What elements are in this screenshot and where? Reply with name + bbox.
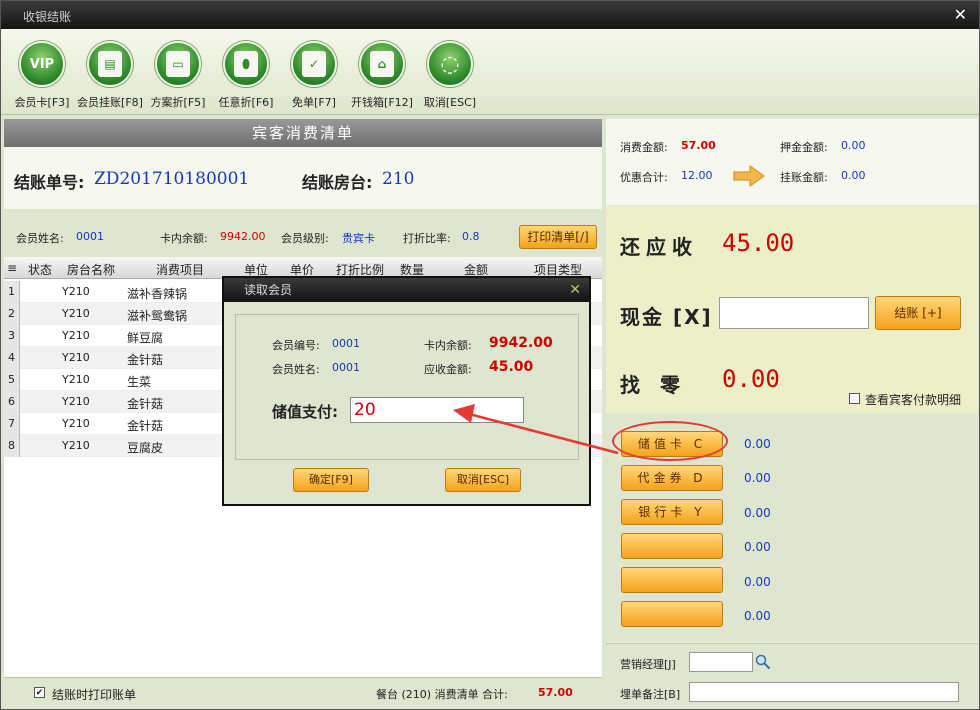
discount-rate-value: 0.8 — [462, 230, 480, 243]
due-section: 还应收 45.00 现金 [X] 结账 [+] 找零 0.00 查看宾客付款明细 — [606, 207, 978, 413]
checkout-window: 收银结账 ✕ VIP 会员卡[F3] ▤ 会员挂账[F8] ▭ 方案折[F5] … — [0, 0, 980, 710]
member-level-value: 贵宾卡 — [342, 232, 375, 245]
cash-label: 现金 [X] — [620, 305, 713, 329]
close-icon[interactable]: ✕ — [954, 5, 967, 24]
payment-method-empty-3[interactable] — [621, 601, 723, 627]
extra-fields: 营销经理[J] 埋单备注[B] — [606, 643, 978, 709]
note-input[interactable] — [689, 682, 959, 702]
due-label: 还应收 — [620, 235, 698, 259]
change-label: 找零 — [620, 373, 700, 397]
change-amount: 0.00 — [722, 365, 780, 393]
member-credit-button[interactable]: ▤ 会员挂账[F8] — [77, 41, 143, 110]
title-bar: 收银结账 ✕ — [1, 1, 979, 29]
dialog-title-bar: 读取会员 ✕ — [224, 278, 589, 302]
bank-card-button[interactable]: 银行卡 Y — [621, 499, 723, 525]
cash-drawer-icon: ⌂ — [359, 41, 405, 87]
window-title: 收银结账 — [23, 10, 72, 24]
vip-card-icon: VIP — [19, 41, 65, 87]
payment-method-empty-1[interactable] — [621, 533, 723, 559]
read-member-dialog: 读取会员 ✕ 会员编号: 0001 卡内余额: 9942.00 会员姓名: 00… — [222, 276, 591, 506]
custom-discount-button[interactable]: ⬮ 任意折[F6] — [213, 41, 279, 110]
member-name-value: 0001 — [76, 230, 104, 243]
stored-pay-input[interactable]: 20 — [350, 397, 524, 423]
dialog-body: 会员编号: 0001 卡内余额: 9942.00 会员姓名: 0001 应收金额… — [235, 314, 579, 460]
dialog-cancel-button[interactable]: 取消[ESC] — [445, 468, 521, 492]
member-info: 会员姓名: 0001 卡内余额: 9942.00 会员级别: 贵宾卡 打折比率:… — [4, 209, 602, 257]
cash-input[interactable] — [719, 297, 869, 329]
stored-pay-label: 储值支付: — [272, 403, 338, 421]
plan-discount-button[interactable]: ▭ 方案折[F5] — [145, 41, 211, 110]
payment-panel: 消费金额: 57.00 押金金额: 0.00 优惠合计: 12.00 挂账金额:… — [606, 119, 978, 709]
dialog-title: 读取会员 — [244, 283, 293, 297]
bill-header: 宾客消费清单 — [4, 119, 602, 147]
manager-input[interactable] — [689, 652, 753, 672]
plan-discount-icon: ▭ — [155, 41, 201, 87]
cash-drawer-button[interactable]: ⌂ 开钱箱[F12] — [349, 41, 415, 110]
free-bill-button[interactable]: ✓ 免单[F7] — [281, 41, 347, 110]
room-label: 结账房台: — [302, 173, 373, 192]
view-detail-checkbox[interactable] — [849, 393, 860, 404]
payment-methods: 储值卡 C 0.00 代金券 D 0.00 银行卡 Y 0.00 0.00 0.… — [606, 415, 978, 641]
member-credit-icon: ▤ — [87, 41, 133, 87]
cancel-icon: ◌ — [427, 41, 473, 87]
dialog-close-icon[interactable]: ✕ — [569, 278, 581, 302]
dialog-balance: 9942.00 — [489, 335, 553, 351]
bill-no-value: ZD201710180001 — [94, 169, 250, 189]
credit-amount: 0.00 — [841, 169, 866, 182]
arrow-right-icon — [733, 165, 765, 187]
discount-amount: 12.00 — [681, 169, 713, 182]
amount-summary: 消费金额: 57.00 押金金额: 0.00 优惠合计: 12.00 挂账金额:… — [606, 119, 978, 205]
bill-no-label: 结账单号: — [14, 173, 85, 192]
print-list-button[interactable]: 打印清单[/] — [519, 225, 597, 249]
print-on-checkout-checkbox[interactable]: ✔ — [34, 687, 45, 698]
dialog-member-no: 0001 — [332, 337, 360, 350]
cancel-button[interactable]: ◌ 取消[ESC] — [417, 41, 483, 110]
grid-summary: 餐台 (210) 消费清单 合计: — [376, 688, 508, 701]
view-detail-label: 查看宾客付款明细 — [865, 393, 962, 407]
consume-amount: 57.00 — [681, 139, 716, 152]
custom-discount-icon: ⬮ — [223, 41, 269, 87]
toolbar: VIP 会员卡[F3] ▤ 会员挂账[F8] ▭ 方案折[F5] ⬮ 任意折[F… — [1, 29, 979, 115]
search-icon[interactable] — [755, 654, 771, 670]
payment-method-empty-2[interactable] — [621, 567, 723, 593]
dialog-due: 45.00 — [489, 359, 534, 375]
voucher-button[interactable]: 代金券 D — [621, 465, 723, 491]
highlight-circle — [612, 421, 728, 461]
dialog-confirm-button[interactable]: 确定[F9] — [293, 468, 369, 492]
free-bill-icon: ✓ — [291, 41, 337, 87]
checkout-button[interactable]: 结账 [+] — [875, 296, 961, 330]
deposit-amount: 0.00 — [841, 139, 866, 152]
grid-total: 57.00 — [538, 686, 573, 699]
room-value: 210 — [382, 169, 415, 189]
bill-info: 结账单号: ZD201710180001 结账房台: 210 — [4, 147, 602, 209]
dialog-member-name: 0001 — [332, 361, 360, 374]
member-balance-value: 9942.00 — [220, 230, 266, 243]
due-amount: 45.00 — [722, 229, 795, 257]
print-on-checkout-label: 结账时打印账单 — [52, 688, 137, 702]
vip-card-button[interactable]: VIP 会员卡[F3] — [9, 41, 75, 110]
grid-footer: ✔ 结账时打印账单 餐台 (210) 消费清单 合计: 57.00 — [4, 677, 602, 709]
